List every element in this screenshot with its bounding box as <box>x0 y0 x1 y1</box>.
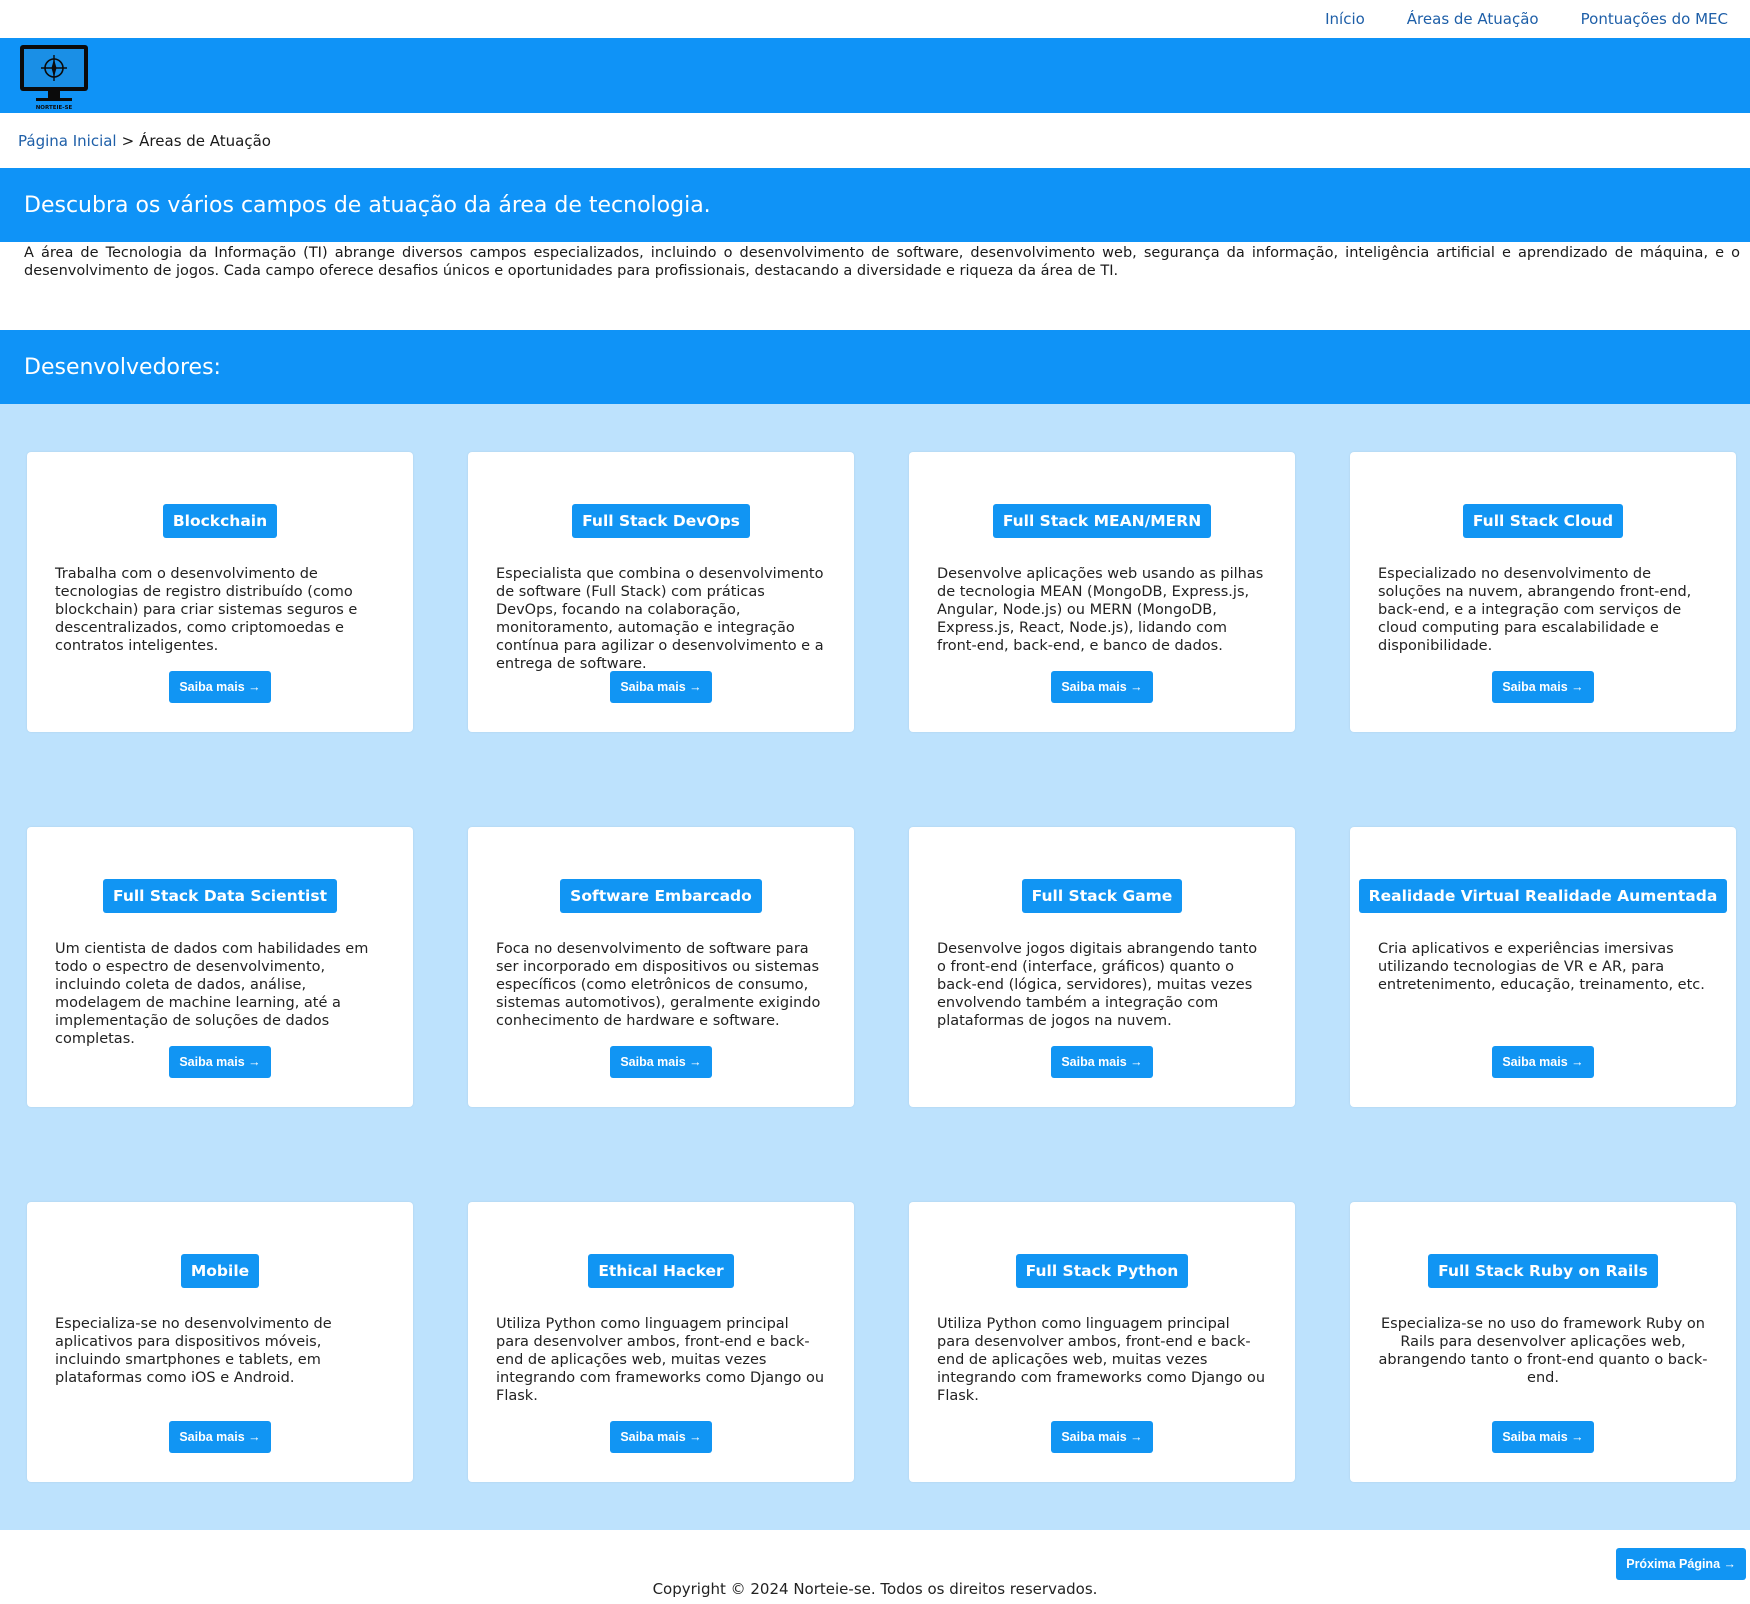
card-title: Blockchain <box>162 504 278 538</box>
breadcrumb: Página Inicial > Áreas de Atuação <box>0 113 1750 168</box>
card-full-stack-mean-mern: Full Stack MEAN/MERN Desenvolve aplicaçõ… <box>909 452 1295 732</box>
page-title: Descubra os vários campos de atuação da … <box>24 192 711 218</box>
saiba-mais-button[interactable]: Saiba mais → <box>610 1046 712 1078</box>
saiba-mais-button[interactable]: Saiba mais → <box>169 1046 271 1078</box>
nav-link-areas-de-atuacao[interactable]: Áreas de Atuação <box>1407 10 1539 28</box>
logo-monitor-icon[interactable]: NORTEIE-SE <box>18 43 90 111</box>
card-title: Mobile <box>180 1254 260 1288</box>
saiba-mais-button[interactable]: Saiba mais → <box>1051 1421 1153 1453</box>
card-ethical-hacker: Ethical Hacker Utiliza Python como lingu… <box>468 1202 854 1482</box>
card-description: Especializado no desenvolvimento de solu… <box>1378 566 1692 654</box>
card-description: Especializa-se no uso do framework Ruby … <box>1378 1316 1708 1386</box>
card-description: Trabalha com o desenvolvimento de tecnol… <box>55 566 358 654</box>
next-page-button[interactable]: Próxima Página → <box>1616 1548 1746 1580</box>
section-title: Desenvolvedores: <box>24 354 221 380</box>
card-title: Full Stack Python <box>1015 1254 1189 1288</box>
section-header: Desenvolvedores: <box>0 330 1750 404</box>
card-blockchain: Blockchain Trabalha com o desenvolviment… <box>27 452 413 732</box>
card-title: Full Stack Data Scientist <box>103 879 337 913</box>
card-mobile: Mobile Especializa-se no desenvolvimento… <box>27 1202 413 1482</box>
card-description: Desenvolve aplicações web usando as pilh… <box>937 566 1264 654</box>
card-title: Ethical Hacker <box>588 1254 734 1288</box>
card-full-stack-cloud: Full Stack Cloud Especializado no desenv… <box>1350 452 1736 732</box>
saiba-mais-button[interactable]: Saiba mais → <box>610 671 712 703</box>
cards-grid: Blockchain Trabalha com o desenvolviment… <box>27 452 1736 1482</box>
card-description: Utiliza Python como linguagem principal … <box>496 1316 825 1404</box>
card-title: Full Stack Ruby on Rails <box>1428 1254 1658 1288</box>
card-title: Full Stack Game <box>1021 879 1183 913</box>
saiba-mais-button[interactable]: Saiba mais → <box>1492 1421 1594 1453</box>
nav-link-inicio[interactable]: Início <box>1325 10 1365 28</box>
breadcrumb-separator: > <box>121 131 135 150</box>
card-title: Realidade Virtual Realidade Aumentada <box>1358 879 1728 913</box>
saiba-mais-button[interactable]: Saiba mais → <box>169 671 271 703</box>
card-description: Especialista que combina o desenvolvimen… <box>496 566 824 672</box>
card-title: Full Stack Cloud <box>1462 504 1624 538</box>
saiba-mais-button[interactable]: Saiba mais → <box>1492 1046 1594 1078</box>
card-title: Full Stack MEAN/MERN <box>992 504 1212 538</box>
card-realidade-virtual-aumentada: Realidade Virtual Realidade Aumentada Cr… <box>1350 827 1736 1107</box>
card-full-stack-devops: Full Stack DevOps Especialista que combi… <box>468 452 854 732</box>
saiba-mais-button[interactable]: Saiba mais → <box>169 1421 271 1453</box>
card-full-stack-python: Full Stack Python Utiliza Python como li… <box>909 1202 1295 1482</box>
developers-section: Desenvolvedores: Blockchain Trabalha com… <box>0 330 1750 1530</box>
breadcrumb-current: Áreas de Atuação <box>139 131 271 150</box>
nav-link-pontuacoes-mec[interactable]: Pontuações do MEC <box>1581 10 1728 28</box>
card-description: Cria aplicativos e experiências imersiva… <box>1378 941 1705 993</box>
card-full-stack-ruby-on-rails: Full Stack Ruby on Rails Especializa-se … <box>1350 1202 1736 1482</box>
footer-copyright: Copyright © 2024 Norteie-se. Todos os di… <box>652 1580 1098 1598</box>
saiba-mais-button[interactable]: Saiba mais → <box>1051 1046 1153 1078</box>
saiba-mais-button[interactable]: Saiba mais → <box>1051 671 1153 703</box>
card-full-stack-game: Full Stack Game Desenvolve jogos digitai… <box>909 827 1295 1107</box>
intro-paragraph: A área de Tecnologia da Informação (TI) … <box>24 245 1740 279</box>
hero-banner: Descubra os vários campos de atuação da … <box>0 168 1750 242</box>
saiba-mais-button[interactable]: Saiba mais → <box>1492 671 1594 703</box>
card-description: Utiliza Python como linguagem principal … <box>937 1316 1266 1404</box>
card-software-embarcado: Software Embarcado Foca no desenvolvimen… <box>468 827 854 1107</box>
card-title: Full Stack DevOps <box>572 504 750 538</box>
logo-text: NORTEIE-SE <box>36 105 73 111</box>
saiba-mais-button[interactable]: Saiba mais → <box>610 1421 712 1453</box>
card-description: Foca no desenvolvimento de software para… <box>496 941 821 1029</box>
card-description: Especializa-se no desenvolvimento de apl… <box>55 1316 332 1386</box>
breadcrumb-home-link[interactable]: Página Inicial <box>18 132 117 150</box>
card-description: Um cientista de dados com habilidades em… <box>55 941 369 1047</box>
card-title: Software Embarcado <box>560 879 762 913</box>
header-bar: NORTEIE-SE <box>0 38 1750 113</box>
top-navigation: Início Áreas de Atuação Pontuações do ME… <box>0 0 1750 38</box>
card-description: Desenvolve jogos digitais abrangendo tan… <box>937 941 1258 1029</box>
card-full-stack-data-scientist: Full Stack Data Scientist Um cientista d… <box>27 827 413 1107</box>
